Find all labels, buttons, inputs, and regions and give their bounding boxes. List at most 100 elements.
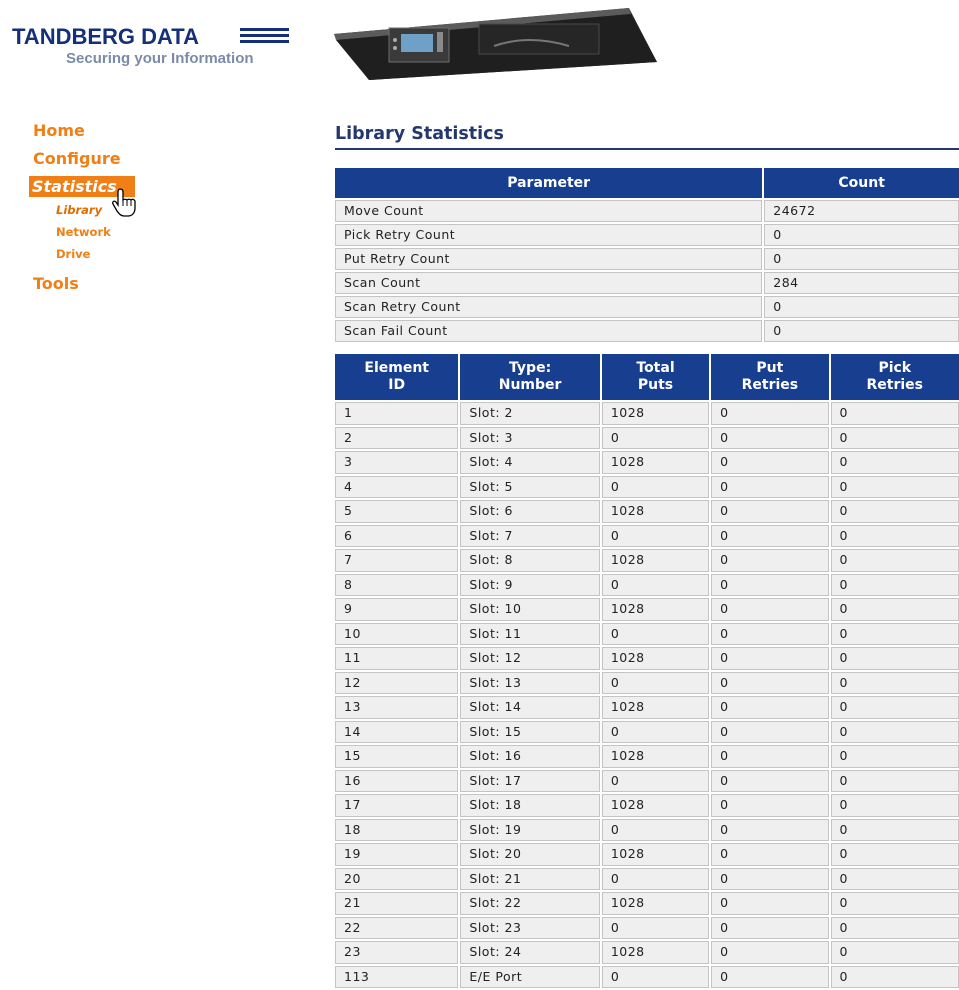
table-header-row: Parameter Count xyxy=(335,168,959,198)
table-cell: 5 xyxy=(335,500,459,523)
table-cell: Slot: 16 xyxy=(460,745,600,768)
table-cell: 0 xyxy=(711,549,829,572)
table-cell: 0 xyxy=(830,573,959,596)
table-cell: 0 xyxy=(711,402,829,425)
table-cell: 0 xyxy=(711,769,829,792)
column-header-type-number: Type: Number xyxy=(460,354,600,400)
table-cell: 0 xyxy=(601,524,710,547)
table-cell: 0 xyxy=(711,867,829,890)
table-cell: 1028 xyxy=(601,843,710,866)
table-cell: Slot: 8 xyxy=(460,549,600,572)
table-cell: 0 xyxy=(711,720,829,743)
column-header-element-id: Element ID xyxy=(335,354,459,400)
table-row: 16 Slot: 17 0 0 0 xyxy=(335,769,959,792)
table-cell: 0 xyxy=(601,965,710,988)
nav-tools-link[interactable]: Tools xyxy=(33,274,79,293)
table-cell: 0 xyxy=(830,647,959,670)
table-cell: 0 xyxy=(711,622,829,645)
nav-library-link[interactable]: Library xyxy=(56,203,102,217)
table-cell: Slot: 22 xyxy=(460,892,600,915)
table-row: 10 Slot: 11 0 0 0 xyxy=(335,622,959,645)
table-cell: 0 xyxy=(711,843,829,866)
column-header-pick-retries: Pick Retries xyxy=(830,354,959,400)
table-cell: 0 xyxy=(711,500,829,523)
table-row: Scan Count 284 xyxy=(335,272,959,294)
nav-network-link[interactable]: Network xyxy=(56,225,111,239)
table-cell: 22 xyxy=(335,916,459,939)
table-cell: 0 xyxy=(711,892,829,915)
table-cell: 0 xyxy=(830,598,959,621)
table-cell: Slot: 5 xyxy=(460,475,600,498)
table-cell: 11 xyxy=(335,647,459,670)
table-row: 15 Slot: 16 1028 0 0 xyxy=(335,745,959,768)
table-cell: 8 xyxy=(335,573,459,596)
table-row: 23 Slot: 24 1028 0 0 xyxy=(335,941,959,964)
table-cell: 0 xyxy=(830,451,959,474)
table-cell: 0 xyxy=(764,224,959,246)
table-cell: 1028 xyxy=(601,647,710,670)
table-cell: 10 xyxy=(335,622,459,645)
table-cell: 2 xyxy=(335,426,459,449)
table-row: Move Count 24672 xyxy=(335,200,959,222)
table-cell: 0 xyxy=(601,426,710,449)
table-cell: 4 xyxy=(335,475,459,498)
table-cell: 0 xyxy=(830,622,959,645)
table-cell: 0 xyxy=(711,451,829,474)
title-divider xyxy=(335,148,959,150)
table-cell: Slot: 2 xyxy=(460,402,600,425)
table-row: 2 Slot: 3000 xyxy=(335,426,959,449)
table-cell: 0 xyxy=(601,573,710,596)
table-cell: 13 xyxy=(335,696,459,719)
nav-configure-link[interactable]: Configure xyxy=(33,149,121,168)
table-cell: Slot: 3 xyxy=(460,426,600,449)
table-cell: 17 xyxy=(335,794,459,817)
table-cell: 0 xyxy=(830,941,959,964)
hand-pointer-icon xyxy=(112,188,136,217)
table-cell: Slot: 15 xyxy=(460,720,600,743)
table-cell: Slot: 24 xyxy=(460,941,600,964)
nav-home-link[interactable]: Home xyxy=(33,121,85,140)
column-header-total-puts: Total Puts xyxy=(601,354,710,400)
table-cell: 1028 xyxy=(601,500,710,523)
table-cell: 0 xyxy=(830,426,959,449)
table-cell: 0 xyxy=(601,671,710,694)
table-row: 8 Slot: 9000 xyxy=(335,573,959,596)
table-cell: Slot: 12 xyxy=(460,647,600,670)
table-cell: 12 xyxy=(335,671,459,694)
page-title: Library Statistics xyxy=(335,124,504,144)
column-header-parameter: Parameter xyxy=(335,168,763,198)
table-cell: 0 xyxy=(764,296,959,318)
table-row: 22 Slot: 23 0 0 0 xyxy=(335,916,959,939)
column-header-put-retries: Put Retries xyxy=(711,354,829,400)
table-cell: Slot: 11 xyxy=(460,622,600,645)
table-cell: 0 xyxy=(830,524,959,547)
table-cell: 0 xyxy=(830,818,959,841)
table-cell: 0 xyxy=(830,671,959,694)
table-row: 1 Slot: 2 1028 0 0 xyxy=(335,402,959,425)
table-cell: 0 xyxy=(830,475,959,498)
nav-drive-link[interactable]: Drive xyxy=(56,247,90,261)
table-cell: Scan Fail Count xyxy=(335,320,763,342)
table-cell: 0 xyxy=(601,622,710,645)
table-cell: 1028 xyxy=(601,696,710,719)
table-cell: 0 xyxy=(711,671,829,694)
table-cell: 0 xyxy=(711,745,829,768)
table-cell: 0 xyxy=(711,941,829,964)
table-row: 4 Slot: 5000 xyxy=(335,475,959,498)
table-row: 20 Slot: 21 0 0 0 xyxy=(335,867,959,890)
table-cell: 0 xyxy=(830,843,959,866)
table-cell: 20 xyxy=(335,867,459,890)
table-row: 21 Slot: 22 1028 0 0 xyxy=(335,892,959,915)
table-cell: 0 xyxy=(601,720,710,743)
table-row: Scan Retry Count 0 xyxy=(335,296,959,318)
table-cell: 1028 xyxy=(601,745,710,768)
table-cell: 7 xyxy=(335,549,459,572)
table-cell: 15 xyxy=(335,745,459,768)
table-cell: 0 xyxy=(711,965,829,988)
table-cell: 24672 xyxy=(764,200,959,222)
table-cell: Put Retry Count xyxy=(335,248,763,270)
table-cell: 1028 xyxy=(601,402,710,425)
table-cell: E/E Port xyxy=(460,965,600,988)
table-cell: 0 xyxy=(830,720,959,743)
table-cell: Slot: 21 xyxy=(460,867,600,890)
